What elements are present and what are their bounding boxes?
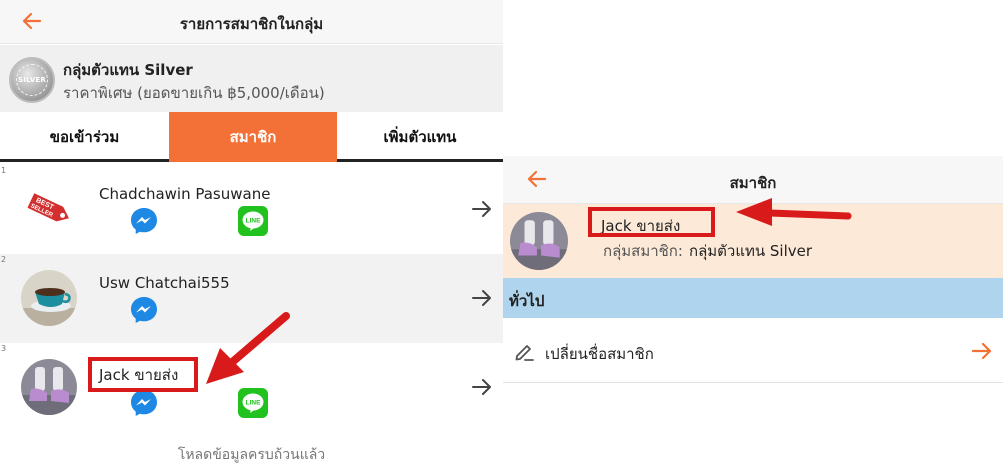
top-bar: รายการสมาชิกในกลุ่ม	[0, 0, 503, 44]
group-name: กลุ่มตัวแทน Silver	[63, 61, 193, 79]
silver-badge-icon: SILVER	[9, 57, 55, 103]
arrow-right-icon[interactable]	[470, 375, 494, 399]
line-app-icon[interactable]: LINE	[238, 206, 268, 236]
rename-member-action[interactable]: เปลี่ยนชื่อสมาชิก	[503, 318, 1003, 383]
tab-join-requests[interactable]: ขอเข้าร่วม	[0, 112, 169, 162]
arrow-right-icon[interactable]	[970, 339, 994, 363]
arrow-right-icon[interactable]	[470, 286, 494, 310]
line-icon-text: LINE	[246, 400, 261, 407]
group-card: SILVER กลุ่มตัวแทน Silver ราคาพิเศษ (ยอด…	[0, 45, 503, 112]
member-row[interactable]: 1 BEST SELLER Chadchawin Pasuwane LINE	[0, 165, 503, 254]
rename-member-label: เปลี่ยนชื่อสมาชิก	[545, 345, 654, 363]
member-group-value: กลุ่มตัวแทน Silver	[689, 242, 813, 260]
avatar	[21, 270, 77, 326]
member-name: Usw Chatchai555	[99, 274, 230, 292]
tab-bar: ขอเข้าร่วม สมาชิก เพิ่มตัวแทน	[0, 112, 503, 162]
messenger-icon[interactable]	[129, 206, 159, 236]
load-complete-note: โหลดข้อมูลครบถ้วนแล้ว	[177, 447, 326, 463]
row-index: 3	[1, 344, 7, 353]
highlight-box	[588, 207, 715, 237]
pencil-icon	[515, 345, 534, 361]
line-app-icon[interactable]: LINE	[238, 388, 268, 418]
line-icon-text: LINE	[246, 218, 261, 225]
member-list-screen: รายการสมาชิกในกลุ่ม SILVER กลุ่มตัวแทน S…	[0, 0, 503, 472]
member-name: Chadchawin Pasuwane	[99, 185, 271, 203]
messenger-icon[interactable]	[129, 388, 159, 418]
avatar	[21, 359, 77, 415]
tab-members[interactable]: สมาชิก	[169, 112, 337, 162]
section-label: ทั่วไป	[509, 292, 545, 310]
row-index: 2	[1, 255, 7, 264]
tab-add-agent[interactable]: เพิ่มตัวแทน	[337, 112, 503, 162]
page-title: รายการสมาชิกในกลุ่ม	[179, 15, 324, 33]
member-group-label: กลุ่มสมาชิก:	[603, 242, 683, 260]
avatar: BEST SELLER	[21, 181, 77, 237]
screenshot-root: รายการสมาชิกในกลุ่ม SILVER กลุ่มตัวแทน S…	[0, 0, 1003, 472]
annotation-arrow-icon	[736, 198, 852, 226]
silver-badge-text: SILVER	[16, 64, 48, 96]
row-index: 1	[1, 166, 7, 175]
highlight-box	[88, 357, 198, 392]
messenger-icon[interactable]	[129, 295, 159, 325]
page-title: สมาชิก	[729, 174, 777, 192]
group-subtitle: ราคาพิเศษ (ยอดขายเกิน ฿5,000/เดือน)	[63, 84, 325, 102]
avatar	[510, 212, 568, 270]
annotation-arrow-icon	[206, 312, 290, 384]
section-header-general: ทั่วไป	[503, 278, 1003, 318]
arrow-right-icon[interactable]	[470, 197, 494, 221]
